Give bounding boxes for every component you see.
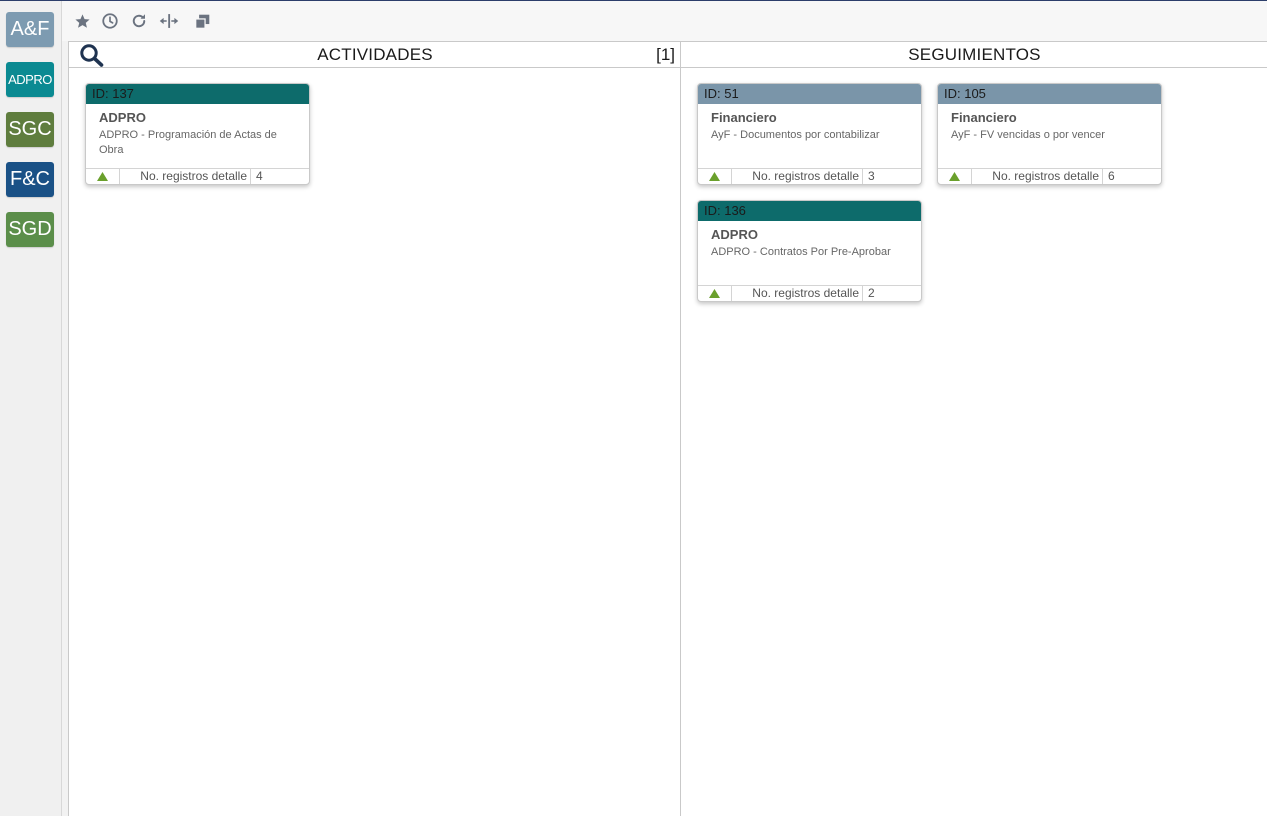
card-title: Financiero (711, 110, 777, 125)
expand-arrow-icon[interactable] (86, 169, 120, 184)
card-footer: No. registros detalle 4 (86, 168, 309, 184)
card-description: AyF - Documentos por contabilizar (711, 129, 880, 141)
card-title: ADPRO (99, 110, 146, 125)
detail-count: 2 (868, 286, 875, 300)
card-title: ADPRO (711, 227, 758, 242)
history-icon[interactable] (100, 11, 120, 31)
detail-label: No. registros detalle (971, 169, 1103, 184)
card-description: ADPRO - Programación de Actas de Obra (99, 129, 277, 156)
card-id: ID: 136 (698, 201, 921, 221)
actividades-count: [1] (656, 45, 675, 64)
card-description: AyF - FV vencidas o por vencer (951, 129, 1105, 141)
tracking-card[interactable]: ID: 136 ADPRO ADPRO - Contratos Por Pre-… (697, 200, 922, 302)
card-description: ADPRO - Contratos Por Pre-Aprobar (711, 246, 891, 258)
actividades-title: ACTIVIDADES (317, 45, 433, 64)
card-footer: No. registros detalle 3 (698, 168, 921, 184)
windows-icon[interactable] (192, 11, 212, 31)
seguimientos-title: SEGUIMIENTOS (908, 45, 1041, 64)
tracking-card[interactable]: ID: 105 Financiero AyF - FV vencidas o p… (937, 83, 1162, 185)
activity-card[interactable]: ID: 137 ADPRO ADPRO - Programación de Ac… (85, 83, 310, 185)
detail-count: 4 (256, 169, 263, 183)
split-columns-icon[interactable] (159, 11, 179, 31)
app-tile-sgd[interactable]: SGD (6, 212, 54, 247)
actividades-panel: ACTIVIDADES [1] ID: 137 ADPRO ADPRO - Pr… (68, 41, 681, 816)
expand-arrow-icon[interactable] (938, 169, 972, 184)
detail-label: No. registros detalle (731, 286, 863, 301)
refresh-icon[interactable] (129, 11, 149, 31)
app-sidebar: A&F ADPRO SGC F&C SGD (0, 1, 62, 816)
card-footer: No. registros detalle 6 (938, 168, 1161, 184)
detail-count: 3 (868, 169, 875, 183)
seguimientos-panel: SEGUIMIENTOS ID: 51 Financiero AyF - Doc… (680, 41, 1267, 816)
detail-count: 6 (1108, 169, 1115, 183)
card-id: ID: 137 (86, 84, 309, 104)
detail-label: No. registros detalle (119, 169, 251, 184)
detail-label: No. registros detalle (731, 169, 863, 184)
actividades-header: ACTIVIDADES [1] (69, 41, 681, 68)
card-footer: No. registros detalle 2 (698, 285, 921, 301)
card-id: ID: 51 (698, 84, 921, 104)
tracking-card[interactable]: ID: 51 Financiero AyF - Documentos por c… (697, 83, 922, 185)
seguimientos-header: SEGUIMIENTOS (681, 41, 1267, 68)
card-title: Financiero (951, 110, 1017, 125)
expand-arrow-icon[interactable] (698, 286, 732, 301)
toolbar (62, 1, 1267, 41)
app-tile-af[interactable]: A&F (6, 12, 54, 47)
app-tile-sgc[interactable]: SGC (6, 112, 54, 147)
expand-arrow-icon[interactable] (698, 169, 732, 184)
app-tile-fc[interactable]: F&C (6, 162, 54, 197)
card-id: ID: 105 (938, 84, 1161, 104)
star-icon[interactable] (72, 11, 92, 31)
app-tile-adpro[interactable]: ADPRO (6, 62, 54, 97)
